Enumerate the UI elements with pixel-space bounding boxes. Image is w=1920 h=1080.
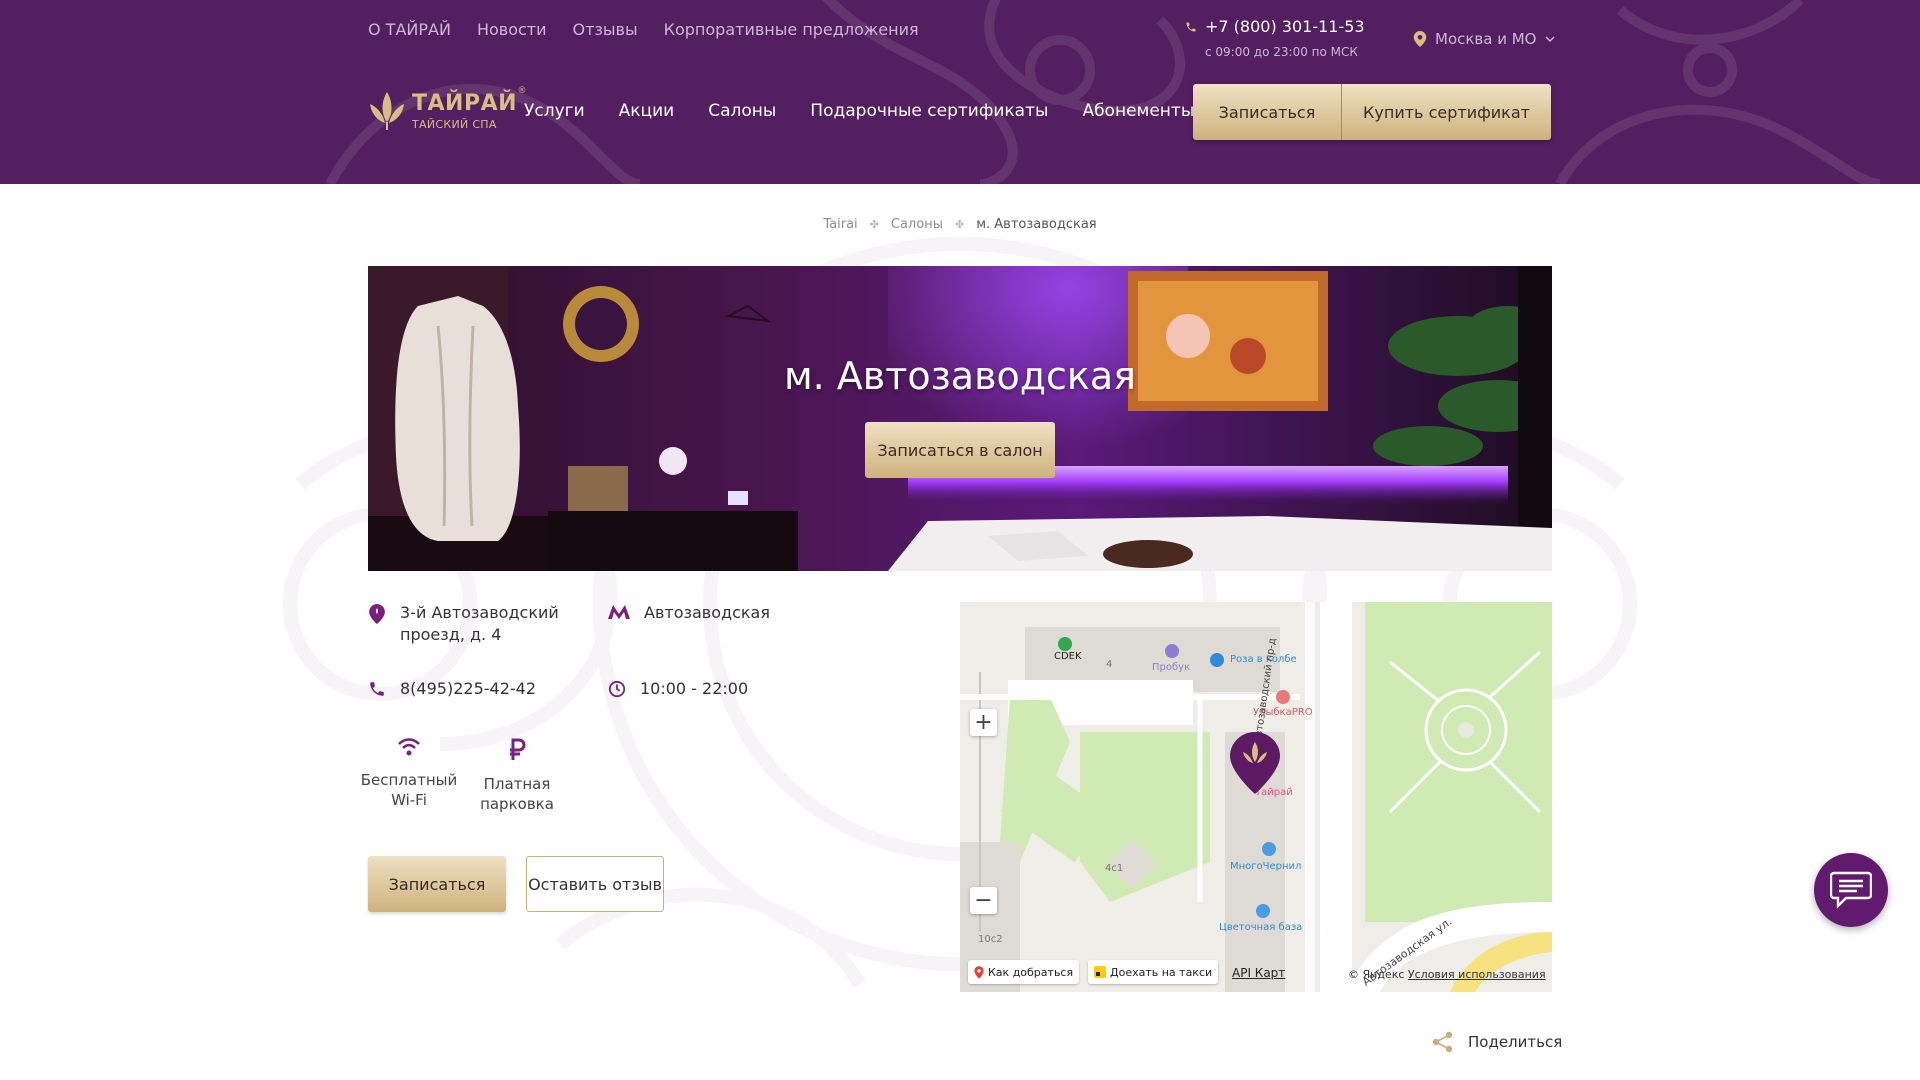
map-label-building-10c2: 10с2 [978, 934, 1003, 945]
metro-icon [608, 605, 630, 619]
header-ornament [325, 0, 1881, 184]
amenity-wifi: Бесплатный Wi-Fi [361, 738, 457, 810]
region-selector[interactable]: Москва и МО [1413, 30, 1555, 48]
mnogochernil-marker-icon[interactable] [1262, 842, 1276, 856]
wifi-icon [398, 738, 420, 756]
map-pin-icon [974, 965, 984, 979]
header-book-button[interactable]: Записаться [1193, 84, 1342, 140]
buy-certificate-button[interactable]: Купить сертификат [1342, 84, 1551, 140]
map-label-building-4: 4 [1106, 659, 1113, 670]
roza-marker-icon[interactable] [1210, 653, 1224, 667]
logo[interactable]: ТАЙРАЙ ® ТАЙСКИЙ СПА [368, 86, 527, 132]
hero-photo [368, 266, 1552, 571]
salon-map[interactable]: CDEK Пробук Роза в колбе УлыбкаPRO Тайра… [960, 602, 1552, 992]
share-button[interactable]: Поделиться [1432, 1031, 1562, 1053]
header-buttons: Записаться Купить сертификат [1193, 84, 1551, 140]
cdek-marker-icon[interactable] [1058, 637, 1072, 651]
map-zoom-out-button[interactable]: − [970, 887, 997, 914]
breadcrumb: Tairai ✤ Салоны ✤ м. Автозаводская [0, 217, 1920, 232]
lotus-logo-icon [370, 92, 404, 130]
salon-hours: 10:00 - 22:00 [640, 679, 749, 698]
map-route-label: Как добраться [988, 965, 1074, 979]
ruble-icon [510, 738, 526, 760]
map-taxi-button[interactable]: Доехать на такси [1088, 960, 1219, 984]
breadcrumb-separator-icon: ✤ [869, 218, 879, 231]
hours-item: 10:00 - 22:00 [608, 678, 748, 700]
logo-subtitle: ТАЙСКИЙ СПА [412, 117, 497, 131]
book-salon-button[interactable]: Записаться в салон [865, 422, 1055, 478]
hero-title: м. Автозаводская [783, 354, 1136, 398]
top-nav-about[interactable]: О ТАЙРАЙ [368, 20, 451, 39]
top-nav: О ТАЙРАЙ Новости Отзывы Корпоративные пр… [368, 20, 919, 39]
clock-icon [608, 680, 626, 698]
share-label: Поделиться [1468, 1033, 1563, 1051]
top-nav-reviews[interactable]: Отзывы [573, 20, 638, 39]
tairai-map-marker-icon[interactable] [1230, 732, 1280, 794]
map-copyright: © Яндекс Условия использования [1348, 968, 1546, 981]
address-item: 3-й Автозаводский проезд, д. 4 [368, 602, 568, 646]
salon-phone[interactable]: 8(495)225-42-42 [400, 678, 536, 700]
book-button[interactable]: Записаться [368, 856, 506, 912]
top-nav-news[interactable]: Новости [477, 20, 547, 39]
breadcrumb-separator-icon: ✤ [954, 218, 965, 231]
amenity-parking-label: Платная парковка [480, 775, 554, 813]
metro-item: Автозаводская [608, 602, 770, 624]
chat-icon [1830, 871, 1872, 909]
phone-item: 8(495)225-42-42 [368, 678, 536, 700]
contact-block: +7 (800) 301-11-53 с 09:00 до 23:00 по М… [1185, 17, 1365, 59]
header-hours: с 09:00 до 23:00 по МСК [1205, 45, 1358, 59]
map-taxi-label: Доехать на такси [1110, 965, 1213, 979]
main-nav-gift-certificates[interactable]: Подарочные сертификаты [810, 101, 1048, 121]
header-phone[interactable]: +7 (800) 301-11-53 [1205, 17, 1365, 36]
region-label: Москва и МО [1435, 30, 1537, 48]
chevron-down-icon [1544, 36, 1555, 43]
phone-icon [1186, 22, 1196, 31]
top-nav-corporate[interactable]: Корпоративные предложения [664, 20, 919, 39]
phone-icon [370, 682, 384, 696]
leave-review-button[interactable]: Оставить отзыв [526, 856, 664, 912]
location-pin-icon [369, 604, 385, 624]
breadcrumb-current: м. Автозаводская [976, 217, 1097, 232]
main-nav-subscriptions[interactable]: Абонементы [1082, 101, 1194, 121]
logo-registered: ® [517, 85, 528, 96]
map-label-probuk: Пробук [1152, 662, 1191, 673]
map-label-cvetochnaya: Цветочная база [1219, 922, 1303, 933]
map-zoom-in-button[interactable]: + [970, 709, 997, 736]
main-nav-services[interactable]: Услуги [524, 101, 585, 121]
chat-widget-button[interactable] [1814, 853, 1888, 927]
map-copyright-text: © Яндекс [1348, 968, 1405, 981]
main-nav-promotions[interactable]: Акции [619, 101, 675, 121]
breadcrumb-home[interactable]: Tairai [823, 217, 857, 232]
hero-banner: м. Автозаводская Записаться в салон [368, 266, 1552, 571]
logo-name: ТАЙРАЙ [412, 90, 518, 116]
map-label-mnogochernil: МногоЧернил [1230, 861, 1302, 872]
amenity-parking: Платная парковка [472, 738, 562, 814]
probuk-marker-icon[interactable] [1165, 644, 1179, 658]
map-route-button[interactable]: Как добраться [968, 960, 1080, 984]
cvetochnaya-marker-icon[interactable] [1256, 904, 1270, 918]
salon-address: 3-й Автозаводский проезд, д. 4 [400, 603, 559, 644]
main-nav: Услуги Акции Салоны Подарочные сертифика… [524, 101, 1194, 121]
location-pin-icon [1413, 31, 1427, 47]
map-api-link[interactable]: API Карт [1232, 966, 1285, 980]
salon-metro: Автозаводская [644, 603, 770, 622]
map-label-cdek: CDEK [1054, 651, 1082, 662]
ulybka-marker-icon[interactable] [1276, 690, 1290, 704]
map-terms-link[interactable]: Условия использования [1408, 968, 1546, 981]
amenity-wifi-label: Бесплатный Wi-Fi [360, 771, 458, 809]
breadcrumb-salons[interactable]: Салоны [891, 217, 943, 232]
map-label-building-4c1: 4с1 [1105, 863, 1124, 874]
share-icon [1432, 1031, 1453, 1053]
site-header: О ТАЙРАЙ Новости Отзывы Корпоративные пр… [0, 0, 1920, 184]
taxi-icon [1094, 966, 1106, 978]
main-nav-salons[interactable]: Салоны [708, 101, 776, 121]
